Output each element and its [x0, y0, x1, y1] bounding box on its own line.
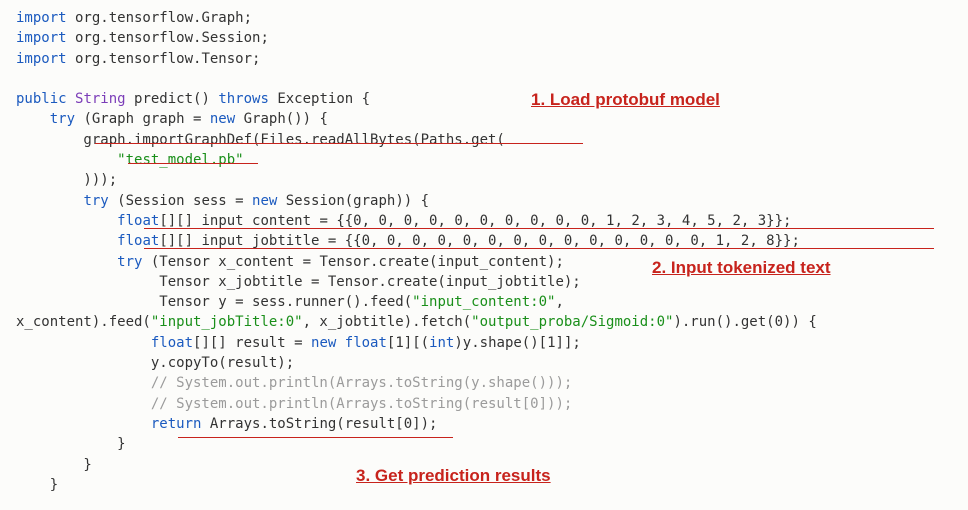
annotation-prediction-results: 3. Get prediction results — [356, 464, 551, 489]
token-plain: y.copyTo(result); — [16, 355, 294, 371]
token-plain: } — [16, 436, 126, 452]
token-str: "input_content:0" — [412, 294, 555, 310]
token-plain: [][] input_jobtitle = {{0, 0, 0, 0, 0, 0… — [159, 233, 800, 249]
token-plain: Arrays.toString(result[0]); — [201, 416, 437, 432]
token-plain: Tensor x_jobtitle = Tensor.create(input_… — [16, 274, 581, 290]
token-plain: x_content).feed( — [16, 314, 151, 330]
token-plain — [16, 233, 117, 249]
token-kw: int — [429, 335, 454, 351]
token-plain: )y.shape()[1]]; — [454, 335, 580, 351]
underline-load-model-2 — [128, 163, 258, 164]
token-plain: org.tensorflow.Session; — [67, 30, 269, 46]
token-str: "output_proba/Sigmoid:0" — [471, 314, 673, 330]
code-figure: import org.tensorflow.Graph; import org.… — [16, 8, 952, 495]
token-str: "input_jobTitle:0" — [151, 314, 303, 330]
token-kw: new — [252, 193, 277, 209]
token-plain: (Tensor x_content = Tensor.create(input_… — [142, 254, 563, 270]
token-kw: try — [117, 254, 142, 270]
token-kw: public — [16, 91, 67, 107]
token-plain: ).run().get(0)) { — [673, 314, 816, 330]
token-plain: Graph()) { — [235, 111, 328, 127]
underline-input-2 — [144, 248, 934, 249]
token-kw: import — [16, 30, 67, 46]
token-plain — [336, 335, 344, 351]
token-plain: } — [16, 477, 58, 493]
token-kw: new — [311, 335, 336, 351]
token-plain: (Graph graph = — [75, 111, 210, 127]
token-plain: graph.importGraphDef(Files.readAllBytes(… — [16, 132, 505, 148]
token-plain: [][] input_content = {{0, 0, 0, 0, 0, 0,… — [159, 213, 791, 229]
token-plain — [16, 152, 117, 168]
token-plain — [16, 335, 151, 351]
token-plain: , x_jobtitle).fetch( — [303, 314, 472, 330]
token-kw: throws — [218, 91, 269, 107]
token-cmt: // System.out.println(Arrays.toString(re… — [151, 396, 572, 412]
token-plain — [67, 91, 75, 107]
token-plain: [][] result = — [193, 335, 311, 351]
token-plain: (Session sess = — [109, 193, 252, 209]
token-cmt: // System.out.println(Arrays.toString(y.… — [151, 375, 572, 391]
token-plain — [16, 193, 83, 209]
token-plain — [16, 254, 117, 270]
underline-load-model-1 — [95, 143, 583, 144]
token-type: String — [75, 91, 126, 107]
token-plain: ))); — [16, 172, 117, 188]
token-plain: org.tensorflow.Graph; — [67, 10, 252, 26]
token-plain: Exception { — [269, 91, 370, 107]
annotation-input-tokenized: 2. Input tokenized text — [652, 256, 831, 281]
token-plain: } — [16, 457, 92, 473]
token-plain — [16, 416, 151, 432]
token-str: "test_model.pb" — [117, 152, 243, 168]
token-plain: [1][( — [387, 335, 429, 351]
token-plain: org.tensorflow.Tensor; — [67, 51, 261, 67]
token-kw: float — [151, 335, 193, 351]
token-kw: try — [83, 193, 108, 209]
token-kw: float — [117, 233, 159, 249]
annotation-load-model: 1. Load protobuf model — [531, 88, 720, 113]
token-kw: float — [117, 213, 159, 229]
token-plain — [16, 213, 117, 229]
token-plain: Session(graph)) { — [277, 193, 429, 209]
token-kw: import — [16, 51, 67, 67]
token-plain: predict() — [126, 91, 219, 107]
token-kw: new — [210, 111, 235, 127]
underline-return — [178, 437, 453, 438]
token-kw: try — [50, 111, 75, 127]
token-plain: , — [555, 294, 563, 310]
code-block: import org.tensorflow.Graph; import org.… — [16, 8, 952, 495]
token-kw: float — [345, 335, 387, 351]
token-kw: import — [16, 10, 67, 26]
token-plain — [16, 111, 50, 127]
underline-input-1 — [144, 228, 934, 229]
token-plain — [16, 375, 151, 391]
token-plain: Tensor y = sess.runner().feed( — [16, 294, 412, 310]
token-plain — [16, 396, 151, 412]
token-kw: return — [151, 416, 202, 432]
